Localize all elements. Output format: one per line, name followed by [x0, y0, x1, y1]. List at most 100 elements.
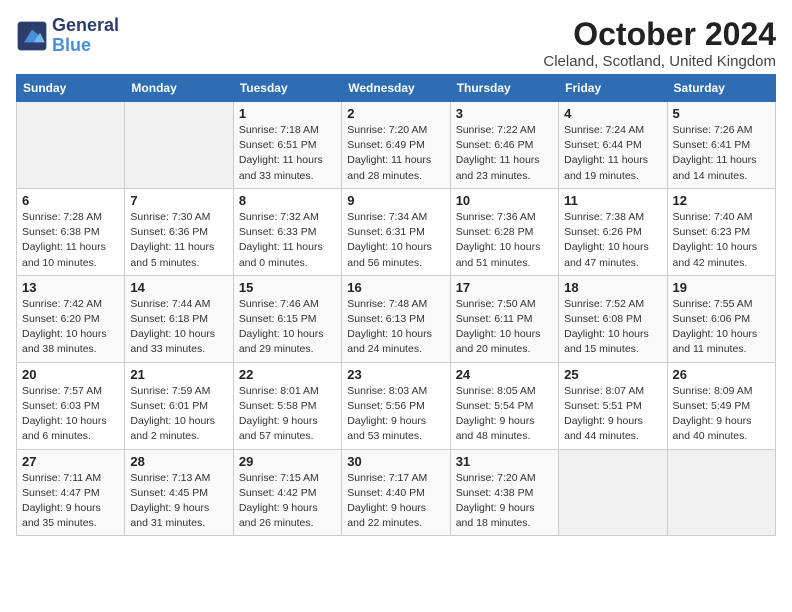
day-number: 28: [130, 454, 227, 469]
day-detail: Sunrise: 7:20 AM Sunset: 6:49 PM Dayligh…: [347, 123, 444, 184]
calendar-cell: 3 Sunrise: 7:22 AM Sunset: 6:46 PM Daylig…: [450, 102, 558, 189]
calendar-table: Sunday Monday Tuesday Wednesday Thursday…: [16, 74, 776, 536]
day-number: 3: [456, 106, 553, 121]
col-saturday: Saturday: [667, 75, 775, 102]
day-number: 31: [456, 454, 553, 469]
day-number: 30: [347, 454, 444, 469]
day-detail: Sunrise: 7:30 AM Sunset: 6:36 PM Dayligh…: [130, 210, 227, 271]
day-number: 11: [564, 193, 661, 208]
calendar-cell: 8 Sunrise: 7:32 AM Sunset: 6:33 PM Daylig…: [233, 188, 341, 275]
logo-text: General Blue: [52, 16, 119, 56]
day-detail: Sunrise: 7:46 AM Sunset: 6:15 PM Dayligh…: [239, 297, 336, 358]
day-detail: Sunrise: 8:03 AM Sunset: 5:56 PM Dayligh…: [347, 384, 444, 445]
calendar-cell: 29 Sunrise: 7:15 AM Sunset: 4:42 PM Dayli…: [233, 449, 341, 536]
calendar-cell: 18 Sunrise: 7:52 AM Sunset: 6:08 PM Dayli…: [559, 275, 667, 362]
day-detail: Sunrise: 7:18 AM Sunset: 6:51 PM Dayligh…: [239, 123, 336, 184]
col-friday: Friday: [559, 75, 667, 102]
day-detail: Sunrise: 7:55 AM Sunset: 6:06 PM Dayligh…: [673, 297, 770, 358]
calendar-cell: 11Sunrise: 7:38 AM Sunset: 6:26 PM Dayli…: [559, 188, 667, 275]
logo-icon: [16, 20, 48, 52]
day-number: 29: [239, 454, 336, 469]
day-number: 10: [456, 193, 553, 208]
day-number: 17: [456, 280, 553, 295]
day-number: 1: [239, 106, 336, 121]
day-detail: Sunrise: 7:32 AM Sunset: 6:33 PM Dayligh…: [239, 210, 336, 271]
day-number: 13: [22, 280, 119, 295]
calendar-cell: [17, 102, 125, 189]
day-detail: Sunrise: 8:07 AM Sunset: 5:51 PM Dayligh…: [564, 384, 661, 445]
day-detail: Sunrise: 7:17 AM Sunset: 4:40 PM Dayligh…: [347, 471, 444, 532]
page-header: General Blue October 2024 Cleland, Scotl…: [16, 16, 776, 70]
calendar-cell: 14 Sunrise: 7:44 AM Sunset: 6:18 PM Dayli…: [125, 275, 233, 362]
day-number: 26: [673, 367, 770, 382]
day-detail: Sunrise: 7:20 AM Sunset: 4:38 PM Dayligh…: [456, 471, 553, 532]
day-detail: Sunrise: 7:52 AM Sunset: 6:08 PM Dayligh…: [564, 297, 661, 358]
day-number: 18: [564, 280, 661, 295]
calendar-cell: 30 Sunrise: 7:17 AM Sunset: 4:40 PM Dayli…: [342, 449, 450, 536]
logo-line1: General: [52, 16, 119, 36]
calendar-cell: 19Sunrise: 7:55 AM Sunset: 6:06 PM Dayli…: [667, 275, 775, 362]
day-detail: Sunrise: 7:28 AM Sunset: 6:38 PM Dayligh…: [22, 210, 119, 271]
day-number: 6: [22, 193, 119, 208]
day-detail: Sunrise: 7:26 AM Sunset: 6:41 PM Dayligh…: [673, 123, 770, 184]
day-detail: Sunrise: 7:36 AM Sunset: 6:28 PM Dayligh…: [456, 210, 553, 271]
day-number: 7: [130, 193, 227, 208]
day-detail: Sunrise: 7:42 AM Sunset: 6:20 PM Dayligh…: [22, 297, 119, 358]
calendar-cell: 13 Sunrise: 7:42 AM Sunset: 6:20 PM Dayli…: [17, 275, 125, 362]
day-detail: Sunrise: 7:22 AM Sunset: 6:46 PM Dayligh…: [456, 123, 553, 184]
day-number: 8: [239, 193, 336, 208]
calendar-week-row: 27Sunrise: 7:11 AM Sunset: 4:47 PM Dayli…: [17, 449, 776, 536]
day-number: 20: [22, 367, 119, 382]
day-number: 16: [347, 280, 444, 295]
day-number: 23: [347, 367, 444, 382]
calendar-cell: 16 Sunrise: 7:48 AM Sunset: 6:13 PM Dayli…: [342, 275, 450, 362]
calendar-cell: 15Sunrise: 7:46 AM Sunset: 6:15 PM Dayli…: [233, 275, 341, 362]
calendar-cell: 24 Sunrise: 8:05 AM Sunset: 5:54 PM Dayli…: [450, 362, 558, 449]
calendar-week-row: 20 Sunrise: 7:57 AM Sunset: 6:03 PM Dayli…: [17, 362, 776, 449]
calendar-cell: 17Sunrise: 7:50 AM Sunset: 6:11 PM Dayli…: [450, 275, 558, 362]
calendar-cell: 4Sunrise: 7:24 AM Sunset: 6:44 PM Daylig…: [559, 102, 667, 189]
day-detail: Sunrise: 7:44 AM Sunset: 6:18 PM Dayligh…: [130, 297, 227, 358]
calendar-cell: 12 Sunrise: 7:40 AM Sunset: 6:23 PM Dayli…: [667, 188, 775, 275]
day-detail: Sunrise: 8:09 AM Sunset: 5:49 PM Dayligh…: [673, 384, 770, 445]
day-number: 22: [239, 367, 336, 382]
calendar-cell: [125, 102, 233, 189]
logo-line2: Blue: [52, 35, 91, 55]
day-number: 24: [456, 367, 553, 382]
calendar-cell: 10 Sunrise: 7:36 AM Sunset: 6:28 PM Dayli…: [450, 188, 558, 275]
day-detail: Sunrise: 7:59 AM Sunset: 6:01 PM Dayligh…: [130, 384, 227, 445]
calendar-cell: 31 Sunrise: 7:20 AM Sunset: 4:38 PM Dayli…: [450, 449, 558, 536]
day-detail: Sunrise: 7:13 AM Sunset: 4:45 PM Dayligh…: [130, 471, 227, 532]
calendar-cell: 28 Sunrise: 7:13 AM Sunset: 4:45 PM Dayli…: [125, 449, 233, 536]
col-wednesday: Wednesday: [342, 75, 450, 102]
day-number: 21: [130, 367, 227, 382]
calendar-cell: 25 Sunrise: 8:07 AM Sunset: 5:51 PM Dayli…: [559, 362, 667, 449]
day-number: 14: [130, 280, 227, 295]
calendar-week-row: 6 Sunrise: 7:28 AM Sunset: 6:38 PM Daylig…: [17, 188, 776, 275]
day-number: 4: [564, 106, 661, 121]
calendar-cell: 9Sunrise: 7:34 AM Sunset: 6:31 PM Daylig…: [342, 188, 450, 275]
calendar-title: October 2024: [543, 16, 776, 53]
day-detail: Sunrise: 7:48 AM Sunset: 6:13 PM Dayligh…: [347, 297, 444, 358]
calendar-cell: 6 Sunrise: 7:28 AM Sunset: 6:38 PM Daylig…: [17, 188, 125, 275]
calendar-cell: [559, 449, 667, 536]
col-sunday: Sunday: [17, 75, 125, 102]
calendar-cell: 5 Sunrise: 7:26 AM Sunset: 6:41 PM Daylig…: [667, 102, 775, 189]
day-detail: Sunrise: 7:40 AM Sunset: 6:23 PM Dayligh…: [673, 210, 770, 271]
title-area: October 2024 Cleland, Scotland, United K…: [543, 16, 776, 70]
day-number: 5: [673, 106, 770, 121]
calendar-week-row: 13 Sunrise: 7:42 AM Sunset: 6:20 PM Dayli…: [17, 275, 776, 362]
calendar-cell: 20 Sunrise: 7:57 AM Sunset: 6:03 PM Dayli…: [17, 362, 125, 449]
logo: General Blue: [16, 16, 119, 56]
calendar-cell: 21 Sunrise: 7:59 AM Sunset: 6:01 PM Dayli…: [125, 362, 233, 449]
day-number: 25: [564, 367, 661, 382]
day-detail: Sunrise: 7:15 AM Sunset: 4:42 PM Dayligh…: [239, 471, 336, 532]
day-number: 12: [673, 193, 770, 208]
day-detail: Sunrise: 8:01 AM Sunset: 5:58 PM Dayligh…: [239, 384, 336, 445]
day-detail: Sunrise: 8:05 AM Sunset: 5:54 PM Dayligh…: [456, 384, 553, 445]
calendar-subtitle: Cleland, Scotland, United Kingdom: [543, 53, 776, 70]
calendar-cell: [667, 449, 775, 536]
day-detail: Sunrise: 7:57 AM Sunset: 6:03 PM Dayligh…: [22, 384, 119, 445]
calendar-cell: 1 Sunrise: 7:18 AM Sunset: 6:51 PM Daylig…: [233, 102, 341, 189]
col-tuesday: Tuesday: [233, 75, 341, 102]
